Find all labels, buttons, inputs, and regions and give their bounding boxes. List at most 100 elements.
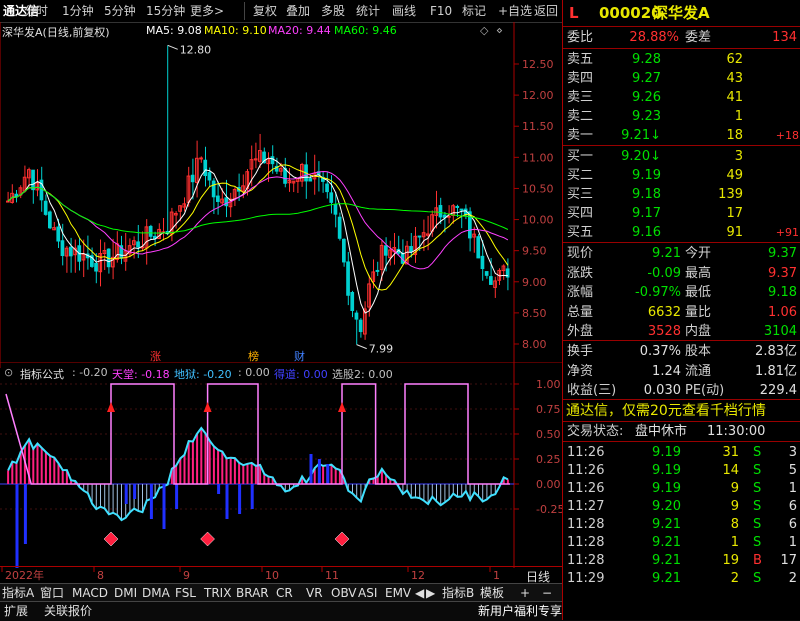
candle-body xyxy=(476,236,481,259)
ad-banner[interactable]: 通达信，仅需20元查看千档行情 xyxy=(563,401,800,421)
indicator-tab[interactable]: BRAR xyxy=(236,585,269,601)
candle-body xyxy=(308,178,313,182)
ma20-label: MA20: 9.44 xyxy=(268,24,331,37)
indicator-toggle-icon[interactable]: ⊙ xyxy=(4,366,13,379)
bottom-tab[interactable]: 新用户福利专享 xyxy=(478,603,562,619)
chart-collapse-icon[interactable]: ⋄ xyxy=(496,24,503,37)
level-price: 9.23 xyxy=(632,109,661,124)
indicator-tab[interactable]: FSL xyxy=(175,585,196,601)
level-price: 9.19 xyxy=(632,168,661,183)
diamond-icon xyxy=(334,531,350,547)
stat-label: 换手 xyxy=(567,344,594,359)
level-label: 卖三 xyxy=(567,90,594,105)
ad-text[interactable]: 通达信，仅需20元查看千档行情 xyxy=(566,401,766,421)
indicator-tab[interactable]: 模板 xyxy=(480,585,504,601)
bid-row[interactable]: 买五 9.16 91 +91 xyxy=(563,223,800,242)
stats-button[interactable]: 统计 xyxy=(356,3,380,19)
level-volume: 41 xyxy=(726,90,743,105)
f10-button[interactable]: F10 xyxy=(430,3,452,19)
indicator-tab[interactable]: EMV xyxy=(385,585,411,601)
ask-row[interactable]: 卖五 9.28 62 xyxy=(563,50,800,69)
candle-body xyxy=(325,183,329,193)
stat-label: 净资 xyxy=(567,363,594,379)
kline-chart[interactable]: 12.50 12.00 11.50 11.00 10.50 10.00 9.50 9.00 8.… xyxy=(0,22,562,368)
stat-label: 涨跌 xyxy=(567,265,594,281)
tick-count: 6 xyxy=(788,517,797,532)
tick-row: 11:28 9.21 8 S 6 xyxy=(563,515,800,534)
stat-label-2: 流通 xyxy=(685,363,712,379)
indicator-tab[interactable]: + xyxy=(520,585,530,601)
indicator-tab[interactable]: DMA xyxy=(142,585,170,601)
indicator-value-3: : 0.00 xyxy=(238,366,270,379)
back-button[interactable]: 返回 xyxy=(534,3,558,19)
indicator-tab[interactable]: DMI xyxy=(114,585,137,601)
ask-row[interactable]: 卖三 9.26 41 xyxy=(563,88,800,107)
indicator-tab[interactable]: ◀ xyxy=(415,585,424,601)
indicator-tab[interactable]: 指标B xyxy=(442,585,474,601)
multi-stock-button[interactable]: 多股 xyxy=(321,3,345,19)
candle-body xyxy=(203,159,208,177)
tick-price: 9.21 xyxy=(652,535,681,550)
indicator-tab[interactable]: − xyxy=(542,585,552,601)
indicator-tab[interactable]: OBV xyxy=(331,585,357,601)
tick-time: 11:26 xyxy=(567,445,605,460)
indicator-canvas[interactable]: 1.00 0.75 0.50 0.25 0.00 -0.25 xyxy=(0,362,562,568)
tab-5min[interactable]: 5分钟 xyxy=(104,3,136,19)
stat-label: 总量 xyxy=(567,304,594,320)
ask-row[interactable]: 卖四 9.27 43 xyxy=(563,69,800,88)
indicator-value-xuangu2: 选股2: 0.00 xyxy=(332,368,393,381)
bottom-tab[interactable]: 关联报价 xyxy=(44,603,92,619)
tick-volume: 19 xyxy=(722,553,739,568)
mark-button[interactable]: 标记 xyxy=(462,3,486,19)
bid-row[interactable]: 买四 9.17 17 xyxy=(563,204,800,223)
indicator-tab[interactable]: TRIX xyxy=(204,585,231,601)
tick-time: 11:26 xyxy=(567,481,605,496)
indicator-name[interactable]: 指标公式 xyxy=(20,366,64,382)
adjust-button[interactable]: 复权 xyxy=(253,3,277,19)
stat-label: 涨幅 xyxy=(567,285,594,300)
indicator-tab[interactable]: ▶ xyxy=(426,585,435,601)
indicator-tab[interactable]: CR xyxy=(276,585,293,601)
bid-row[interactable]: 买二 9.19 49 xyxy=(563,166,800,185)
ask-row[interactable]: 卖二 9.23 1 xyxy=(563,107,800,126)
tick-count: 2 xyxy=(788,571,797,586)
overlay-button[interactable]: 叠加 xyxy=(286,3,310,19)
signal-bar xyxy=(23,484,27,544)
stock-name: 深华发A xyxy=(653,4,710,22)
quote-header: L 000020 深华发A xyxy=(563,2,800,24)
candle-body xyxy=(358,319,363,333)
signal-bar xyxy=(250,484,254,509)
kline-canvas[interactable]: 12.50 12.00 11.50 11.00 10.50 10.00 9.50 9.00 8.… xyxy=(0,22,562,368)
level-volume: 43 xyxy=(726,71,743,86)
draw-line-button[interactable]: 画线 xyxy=(392,3,416,19)
signal-bar xyxy=(124,484,128,504)
ask-row[interactable]: 卖一 9.21↓ 18 +18 xyxy=(563,126,800,145)
indicator-chart[interactable]: 1.00 0.75 0.50 0.25 0.00 -0.25 ⊙ 指标公式 : -0.20… xyxy=(0,362,562,568)
candle-body xyxy=(31,169,35,191)
tab-15min[interactable]: 15分钟 xyxy=(146,3,185,19)
candle-body xyxy=(207,172,212,181)
x-axis-ticks: 2022年 8 9 10 11 12 1 xyxy=(1,567,500,582)
bottom-tab[interactable]: 扩展 xyxy=(4,603,28,619)
more-periods-button[interactable]: 更多> xyxy=(190,3,224,19)
indicator-tab[interactable]: MACD xyxy=(72,585,108,601)
candle-body xyxy=(329,192,334,203)
tick-price: 9.21 xyxy=(652,517,681,532)
bid-row[interactable]: 买三 9.18 139 xyxy=(563,185,800,204)
level-flag: L xyxy=(569,4,579,22)
add-favorite-button[interactable]: +自选 xyxy=(498,3,532,19)
indicator-tab[interactable]: ASI xyxy=(358,585,377,601)
indicator-tab[interactable]: 指标A xyxy=(2,585,34,601)
tab-1min[interactable]: 1分钟 xyxy=(62,3,94,19)
tick-count: 17 xyxy=(780,553,797,568)
trade-time: 11:30:00 xyxy=(707,424,766,439)
stat-value-2: 9.37 xyxy=(768,246,797,261)
indicator-tab[interactable]: 窗口 xyxy=(40,585,64,601)
tick-price: 9.21 xyxy=(652,571,681,586)
tick-volume: 9 xyxy=(730,499,739,514)
bid-row[interactable]: 买一 9.20↓ 3 xyxy=(563,147,800,166)
stat-label: 现价 xyxy=(567,246,594,261)
chart-settings-icon[interactable]: ◇ xyxy=(480,24,488,37)
tab-intraday[interactable]: 分时 xyxy=(24,3,48,19)
indicator-tab[interactable]: VR xyxy=(306,585,323,601)
